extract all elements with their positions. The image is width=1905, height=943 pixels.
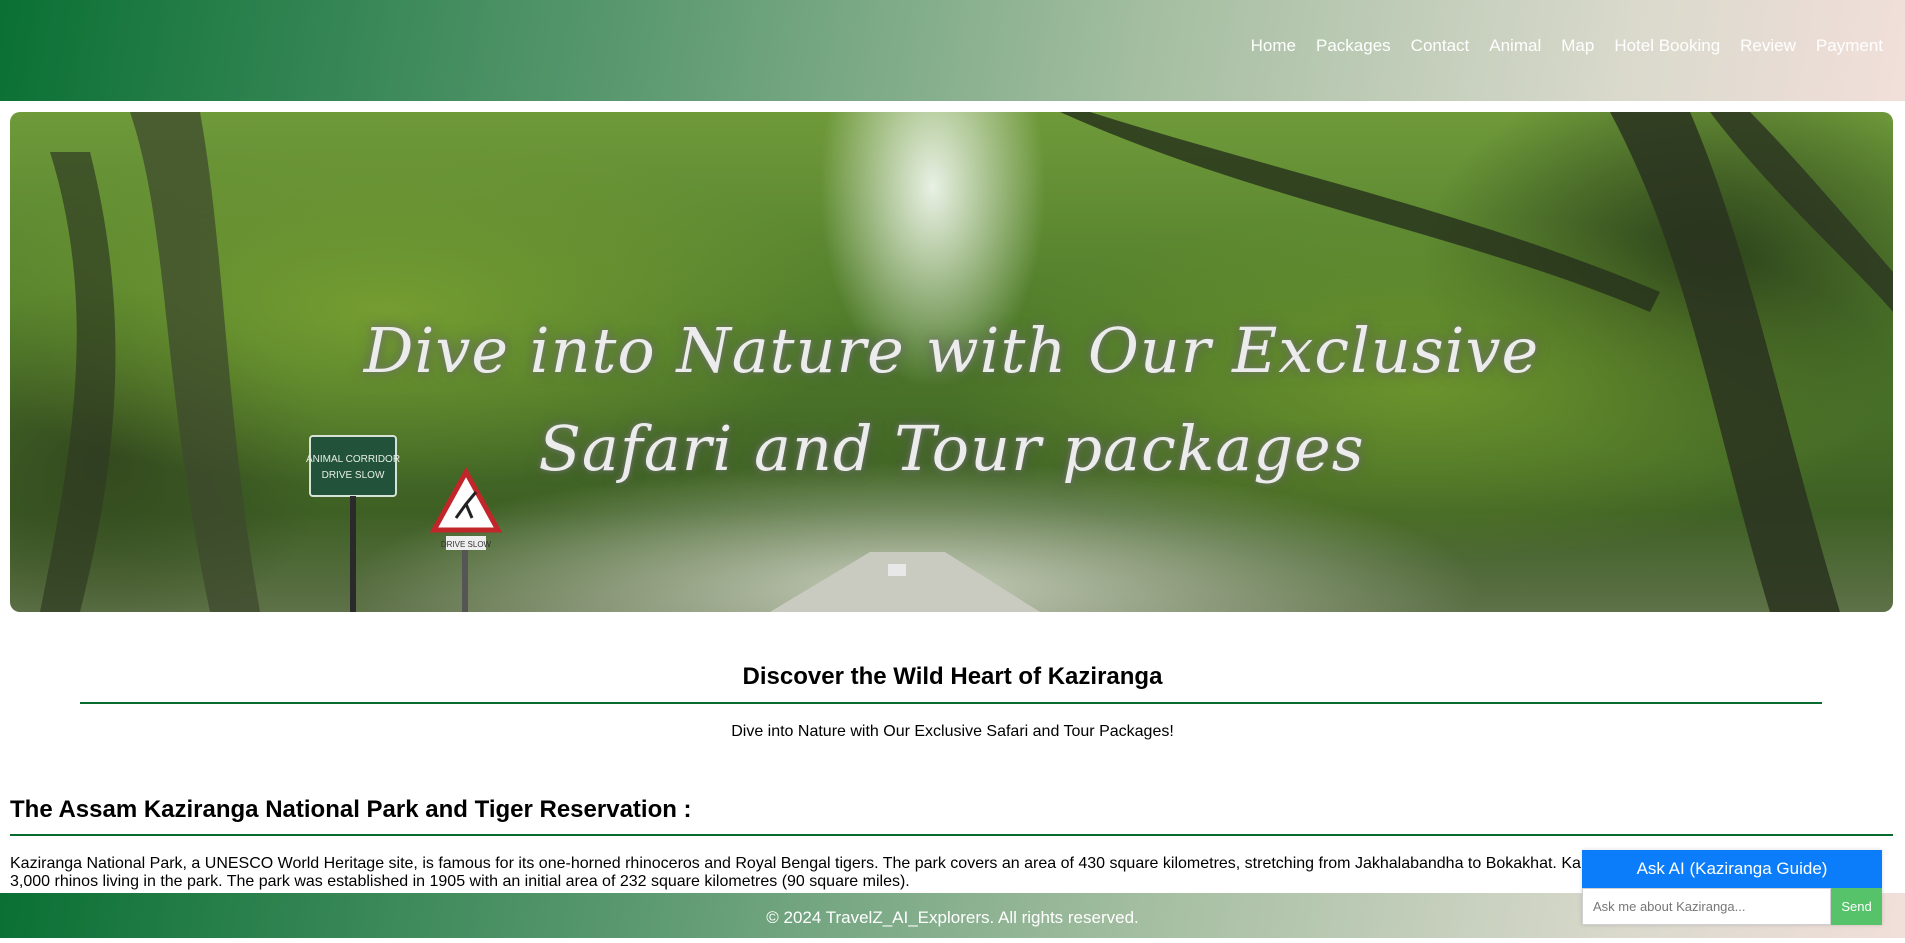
hero-title: Dive into Nature with Our Exclusive Safa… (10, 302, 1893, 498)
chat-input[interactable] (1582, 888, 1831, 925)
nav-packages[interactable]: Packages (1316, 36, 1391, 56)
discover-subtitle: Dive into Nature with Our Exclusive Safa… (731, 723, 1174, 740)
deer-sign-post (462, 550, 468, 612)
main-nav: Home Packages Contact Animal Map Hotel B… (1231, 36, 1883, 56)
nav-hotel-booking[interactable]: Hotel Booking (1614, 36, 1720, 56)
send-button[interactable]: Send (1831, 888, 1882, 925)
road (770, 552, 1040, 612)
section-divider (10, 834, 1893, 836)
discover-heading: Discover the Wild Heart of Kaziranga (742, 663, 1163, 690)
nav-review[interactable]: Review (1740, 36, 1796, 56)
nav-map[interactable]: Map (1561, 36, 1594, 56)
nav-payment[interactable]: Payment (1816, 36, 1883, 56)
nav-animal[interactable]: Animal (1489, 36, 1541, 56)
site-header: Home Packages Contact Animal Map Hotel B… (0, 0, 1905, 101)
nav-contact[interactable]: Contact (1411, 36, 1470, 56)
hero-title-line-2: Safari and Tour packages (538, 412, 1365, 485)
distant-car (888, 564, 906, 576)
park-section-heading: The Assam Kaziranga National Park and Ti… (10, 796, 692, 823)
copyright-text: © 2024 TravelZ_AI_Explorers. All rights … (766, 908, 1139, 927)
tree-branch-right (1060, 112, 1660, 312)
sign-post (350, 496, 356, 612)
deer-sign-caption: DRIVE SLOW (441, 540, 492, 549)
ai-chat-widget: Ask AI (Kaziranga Guide) Send (1582, 850, 1882, 925)
divider (80, 702, 1822, 704)
hero-banner: ANIMAL CORRIDOR DRIVE SLOW DRIVE SLOW Di… (10, 112, 1893, 612)
nav-home[interactable]: Home (1251, 36, 1296, 56)
chat-header[interactable]: Ask AI (Kaziranga Guide) (1582, 850, 1882, 888)
chat-input-row: Send (1582, 888, 1882, 925)
hero-title-line-1: Dive into Nature with Our Exclusive (363, 314, 1540, 387)
